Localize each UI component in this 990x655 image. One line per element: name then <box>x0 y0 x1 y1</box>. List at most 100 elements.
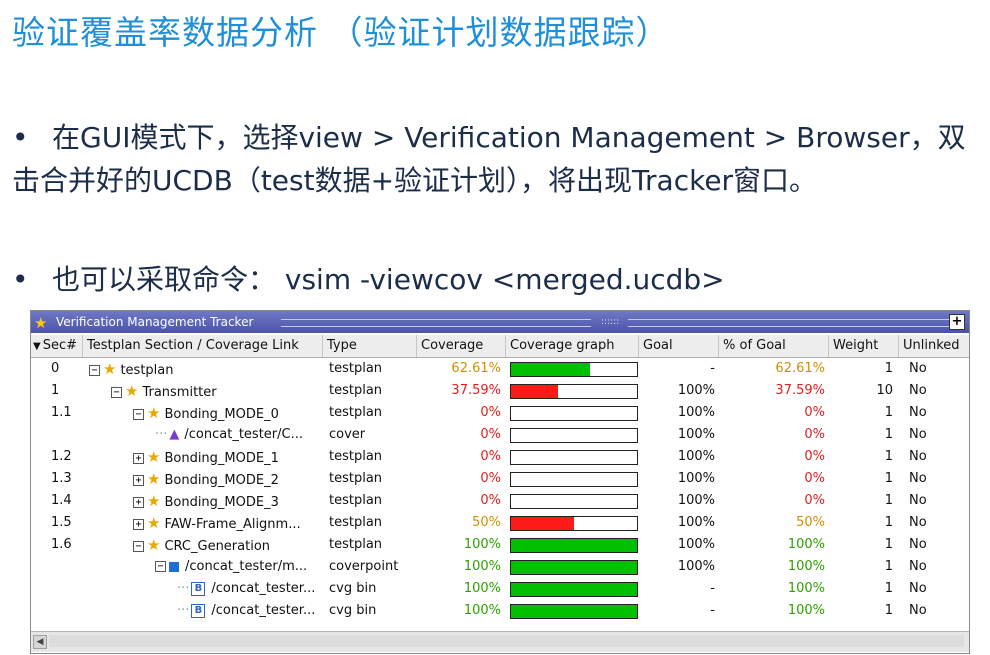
coverage-bar <box>510 472 638 487</box>
titlebar-grip-left <box>281 319 591 327</box>
sort-indicator-icon[interactable]: ▼ <box>33 341 41 352</box>
row-section-name[interactable]: Bonding_MODE_1 <box>164 451 278 466</box>
star-icon: ★ <box>147 470 161 488</box>
row-section-name[interactable]: Bonding_MODE_0 <box>164 407 278 422</box>
expand-toggle-icon[interactable]: + <box>133 475 144 486</box>
collapse-toggle-icon[interactable]: − <box>155 561 166 572</box>
row-type: cvg bin <box>329 581 377 596</box>
row-unlinked: No <box>909 581 927 596</box>
table-row[interactable]: ··· B/concat_tester... cvg bin 100% -100% 1 No <box>31 600 969 622</box>
row-section-name[interactable]: testplan <box>120 363 173 378</box>
column-header-coverage-graph[interactable]: Coverage graph <box>506 335 639 357</box>
row-coverage: 50% <box>472 515 501 530</box>
collapse-toggle-icon[interactable]: − <box>111 387 122 398</box>
row-type: testplan <box>329 493 383 508</box>
row-unlinked: No <box>909 603 927 618</box>
row-pct-goal: 0% <box>804 493 825 508</box>
titlebar-drag-handle[interactable]: :::::: <box>601 311 619 333</box>
collapse-toggle-icon[interactable]: − <box>133 541 144 552</box>
row-weight: 1 <box>884 427 893 442</box>
scrollbar-track[interactable] <box>49 635 964 647</box>
collapse-toggle-icon[interactable]: − <box>89 365 100 376</box>
row-coverage: 0% <box>480 471 501 486</box>
row-type: testplan <box>329 361 383 376</box>
row-section-name[interactable]: FAW-Frame_Alignm... <box>164 517 300 532</box>
row-section-name[interactable]: CRC_Generation <box>164 539 270 554</box>
coverage-bar-fill <box>511 605 637 618</box>
row-section-name[interactable]: Bonding_MODE_3 <box>164 495 278 510</box>
coverage-bar-fill <box>511 583 637 596</box>
table-row[interactable]: 0− ★ testplan testplan 62.61% -62.61% 1 No <box>31 358 969 380</box>
column-header-section[interactable]: Testplan Section / Coverage Link <box>83 335 323 357</box>
column-header-coverage[interactable]: Coverage <box>417 335 506 357</box>
table-row[interactable]: 1.4 + ★ Bonding_MODE_3 testplan 0% 100% 0% 1 No <box>31 490 969 512</box>
row-section-name[interactable]: Transmitter <box>142 385 216 400</box>
row-unlinked: No <box>909 361 927 376</box>
column-header-sec[interactable]: ▼ Sec# <box>31 335 83 357</box>
column-header-goal[interactable]: Goal <box>639 335 719 357</box>
expand-toggle-icon[interactable]: + <box>133 519 144 530</box>
table-row[interactable]: 1− ★ Transmitter testplan 37.59% 100% 37.59% 10… <box>31 380 969 402</box>
row-coverage: 0% <box>480 405 501 420</box>
coverage-bar <box>510 494 638 509</box>
row-section-name[interactable]: Bonding_MODE_2 <box>164 473 278 488</box>
row-section-name[interactable]: /concat_tester... <box>211 581 315 596</box>
maximize-button[interactable]: + <box>949 314 965 330</box>
row-pct-goal: 0% <box>804 427 825 442</box>
table-row[interactable]: − /concat_tester/m... coverpoint 100% 100% 10… <box>31 556 969 578</box>
collapse-toggle-icon[interactable]: − <box>133 409 144 420</box>
row-sec: 1 <box>51 383 60 398</box>
table-row[interactable]: 1.3 + ★ Bonding_MODE_2 testplan 0% 100% 0% 1 No <box>31 468 969 490</box>
row-weight: 10 <box>876 383 893 398</box>
row-goal: - <box>710 361 715 376</box>
row-section: + ★ Bonding_MODE_3 <box>133 490 327 512</box>
table-row[interactable]: ··· ▲ /concat_tester/C... cover 0% 100% 0% 1 No <box>31 424 969 446</box>
column-header-unlinked[interactable]: Unlinked <box>899 335 969 357</box>
window-titlebar[interactable]: ★ Verification Management Tracker ::::::… <box>31 311 969 333</box>
row-pct-goal: 100% <box>787 581 825 596</box>
table-row[interactable]: 1.5 + ★ FAW-Frame_Alignm... testplan 50% 100% 5… <box>31 512 969 534</box>
column-header-weight[interactable]: Weight <box>829 335 899 357</box>
row-type: cvg bin <box>329 603 377 618</box>
table-row[interactable]: 1.1− ★ Bonding_MODE_0 testplan 0% 100% 0% 1 No <box>31 402 969 424</box>
cover-icon: ▲ <box>169 427 180 442</box>
row-sec <box>51 600 83 622</box>
tracker-star-icon: ★ <box>34 314 48 332</box>
table-row[interactable]: 1.6− ★ CRC_Generation testplan 100% 100% 100% 1… <box>31 534 969 556</box>
expand-toggle-icon[interactable]: + <box>133 497 144 508</box>
bullet-command: • 也可以采取命令： vsim -viewcov <merged.ucdb> <box>12 258 725 301</box>
column-header-type[interactable]: Type <box>323 335 417 357</box>
row-section: ··· B/concat_tester... <box>177 600 327 622</box>
star-icon: ★ <box>125 382 139 400</box>
row-unlinked: No <box>909 559 927 574</box>
row-pct-goal: 100% <box>787 559 825 574</box>
row-section-name[interactable]: /concat_tester/C... <box>184 427 303 442</box>
coverage-bar <box>510 362 638 377</box>
row-section: + ★ FAW-Frame_Alignm... <box>133 512 327 534</box>
bullet-text: 在GUI模式下，选择view > Verification Management… <box>12 121 966 197</box>
table-row[interactable]: ··· B/concat_tester... cvg bin 100% -100% 1 No <box>31 578 969 600</box>
row-goal: 100% <box>677 559 715 574</box>
horizontal-scrollbar[interactable]: ◀ <box>31 631 969 652</box>
window-title: Verification Management Tracker <box>56 315 254 329</box>
row-coverage: 100% <box>463 537 501 552</box>
column-header-pct-goal[interactable]: % of Goal <box>719 335 829 357</box>
expand-toggle-icon[interactable]: + <box>133 453 144 464</box>
tracker-window: ★ Verification Management Tracker ::::::… <box>30 310 970 654</box>
table-row[interactable]: 1.2 + ★ Bonding_MODE_1 testplan 0% 100% 0% 1 No <box>31 446 969 468</box>
row-type: testplan <box>329 383 383 398</box>
coverpoint-icon <box>169 561 179 572</box>
row-section-name[interactable]: /concat_tester/m... <box>185 559 307 574</box>
row-section-name[interactable]: /concat_tester... <box>211 603 315 618</box>
row-section: − ★ CRC_Generation <box>133 534 327 556</box>
row-weight: 1 <box>884 493 893 508</box>
row-goal: 100% <box>677 537 715 552</box>
row-weight: 1 <box>884 449 893 464</box>
bullet-text: 也可以采取命令： vsim -viewcov <merged.ucdb> <box>52 263 725 296</box>
row-unlinked: No <box>909 515 927 530</box>
row-goal: - <box>710 603 715 618</box>
star-icon: ★ <box>147 492 161 510</box>
column-header-label: Sec# <box>42 338 77 353</box>
scroll-left-icon[interactable]: ◀ <box>33 635 47 649</box>
row-coverage: 100% <box>463 559 501 574</box>
